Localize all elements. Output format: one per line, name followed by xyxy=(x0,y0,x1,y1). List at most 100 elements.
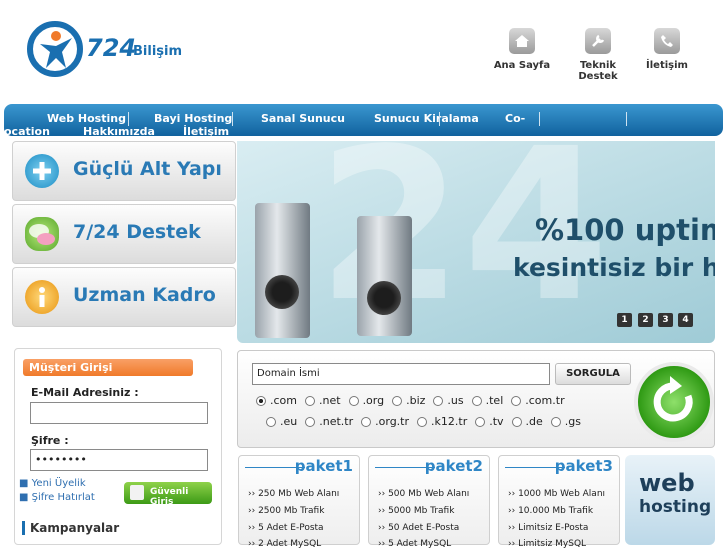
tech-support-link[interactable]: Teknik Destek xyxy=(561,28,635,82)
feature-experts[interactable]: Uzman Kadro xyxy=(12,267,236,327)
package-feature: ›› 5 Adet MySQL xyxy=(378,539,452,549)
radio-button[interactable] xyxy=(417,417,428,427)
email-field[interactable] xyxy=(30,402,208,424)
secure-login-label: Güvenli Giriş xyxy=(150,487,189,507)
new-member-link[interactable]: ■ Yeni Üyelik xyxy=(19,478,86,489)
password-field[interactable]: •••••••• xyxy=(30,449,208,471)
home-link[interactable]: Ana Sayfa xyxy=(487,28,557,71)
web-hosting-promo[interactable]: web hosting xyxy=(625,455,715,545)
feature-support[interactable]: 7/24 Destek xyxy=(12,204,236,264)
nav-server-rental[interactable]: Sunucu Kiralama xyxy=(374,112,479,125)
package-title: paket1 xyxy=(294,457,353,475)
server-image xyxy=(255,203,310,338)
package-title: paket3 xyxy=(554,457,613,475)
tld-option[interactable]: .de xyxy=(511,415,543,428)
nav-colocation[interactable]: Co- xyxy=(505,112,525,125)
radio-button[interactable] xyxy=(256,396,266,406)
tld-option[interactable]: .tel xyxy=(471,394,504,407)
tld-option[interactable]: .net.tr xyxy=(305,415,353,428)
feature-infrastructure[interactable]: Güçlü Alt Yapı xyxy=(12,141,236,201)
nav-contact[interactable]: İletişim xyxy=(183,125,229,138)
radio-button[interactable] xyxy=(433,396,444,406)
plus-icon xyxy=(25,154,59,188)
package-feature: ›› 5 Adet E-Posta xyxy=(248,523,324,533)
radio-button[interactable] xyxy=(305,396,315,406)
logo-text: Bilişim xyxy=(133,44,183,59)
hero-banner[interactable]: 24 %100 uptime kesintisiz bir hız 1 2 3 … xyxy=(237,141,715,343)
package-feature: ›› 50 Adet E-Posta xyxy=(378,523,460,533)
package-card-3[interactable]: paket3 ›› 1000 Mb Web Alanı ›› 10.000 Mb… xyxy=(498,455,620,549)
package-feature: ›› 500 Mb Web Alanı xyxy=(378,489,470,499)
radio-button[interactable] xyxy=(266,417,276,427)
tld-option[interactable]: .com xyxy=(256,394,297,407)
slide-dot[interactable]: 2 xyxy=(638,313,653,327)
tld-option[interactable]: .biz xyxy=(392,394,425,407)
package-feature: ›› 5000 Mb Trafik xyxy=(378,506,455,516)
package-feature: ›› Limitsiz MySQL xyxy=(508,539,587,549)
tld-label: .com.tr xyxy=(525,394,565,407)
tld-option[interactable]: .net xyxy=(305,394,341,407)
slide-dot[interactable]: 4 xyxy=(678,313,693,327)
radio-button[interactable] xyxy=(475,417,486,427)
package-feature: ›› Limitsiz E-Posta xyxy=(508,523,589,533)
chat-bubbles-icon xyxy=(25,217,59,251)
tld-option[interactable]: .us xyxy=(433,394,464,407)
main-nav: Web Hosting Bayi Hosting Sanal Sunucu Su… xyxy=(4,104,723,138)
tld-option[interactable]: .eu xyxy=(266,415,297,428)
email-label: E-Mail Adresiniz : xyxy=(31,386,139,399)
radio-button[interactable] xyxy=(550,417,561,427)
tld-option[interactable]: .org xyxy=(348,394,385,407)
tld-option[interactable]: .tv xyxy=(475,415,504,428)
package-title: paket2 xyxy=(424,457,483,475)
radio-button[interactable] xyxy=(361,417,372,427)
package-card-1[interactable]: paket1 ›› 250 Mb Web Alanı ›› 2500 Mb Tr… xyxy=(238,455,360,549)
forgot-password-link[interactable]: ■ Şifre Hatırlat xyxy=(19,492,95,503)
tld-option[interactable]: .gs xyxy=(550,415,581,428)
domain-search-button[interactable]: SORGULA xyxy=(555,363,631,385)
radio-button[interactable] xyxy=(471,396,482,406)
tld-label: .biz xyxy=(406,394,426,407)
banner-subline: kesintisiz bir hız xyxy=(513,253,715,282)
radio-button[interactable] xyxy=(511,417,522,427)
radio-button[interactable] xyxy=(392,396,403,406)
slide-dot[interactable]: 3 xyxy=(658,313,673,327)
nav-vps[interactable]: Sanal Sunucu xyxy=(261,112,345,125)
package-card-2[interactable]: paket2 ›› 500 Mb Web Alanı ›› 5000 Mb Tr… xyxy=(368,455,490,549)
package-feature: ›› 1000 Mb Web Alanı xyxy=(508,489,606,499)
package-feature: ›› 10.000 Mb Trafik xyxy=(508,506,594,516)
nav-separator xyxy=(539,112,540,126)
tld-label: .org xyxy=(362,394,385,407)
tld-label: .tel xyxy=(485,394,504,407)
tld-row: .eu .net.tr .org.tr .k12.tr .tv .de .gs xyxy=(266,415,589,428)
nav-about[interactable]: Hakkımızda xyxy=(83,125,155,138)
promo-line1: web xyxy=(639,469,695,497)
nav-separator xyxy=(626,112,627,126)
tld-option[interactable]: .k12.tr xyxy=(417,415,467,428)
tld-label: .tv xyxy=(489,415,504,428)
logo-mark-icon xyxy=(27,21,83,77)
radio-button[interactable] xyxy=(348,396,359,406)
wrench-icon xyxy=(585,28,611,54)
tld-label: .com xyxy=(270,394,297,407)
home-link-label: Ana Sayfa xyxy=(493,60,551,71)
feature-support-label: 7/24 Destek xyxy=(73,221,201,243)
nav-separator xyxy=(439,112,440,126)
nav-colocation-cont[interactable]: ocation xyxy=(4,125,50,138)
nav-web-hosting[interactable]: Web Hosting xyxy=(47,112,126,125)
logo-number: 724 xyxy=(86,34,137,62)
contact-link[interactable]: İletişim xyxy=(632,28,702,71)
domain-input[interactable]: Domain İsmi xyxy=(252,363,550,385)
feature-infrastructure-label: Güçlü Alt Yapı xyxy=(73,158,222,180)
secure-login-button[interactable]: Güvenli Giriş xyxy=(124,482,212,507)
refresh-button[interactable] xyxy=(634,362,714,442)
tld-option[interactable]: .org.tr xyxy=(361,415,409,428)
nav-reseller-hosting[interactable]: Bayi Hosting xyxy=(154,112,232,125)
package-feature: ›› 2 Adet MySQL xyxy=(248,539,322,549)
slide-dot[interactable]: 1 xyxy=(617,313,632,327)
promo-line2: hosting xyxy=(639,497,712,517)
package-feature: ›› 250 Mb Web Alanı xyxy=(248,489,340,499)
tld-option[interactable]: .com.tr xyxy=(511,394,565,407)
radio-button[interactable] xyxy=(305,417,316,427)
radio-button[interactable] xyxy=(511,396,522,406)
site-logo[interactable]: 724 Bilişim xyxy=(26,20,186,78)
